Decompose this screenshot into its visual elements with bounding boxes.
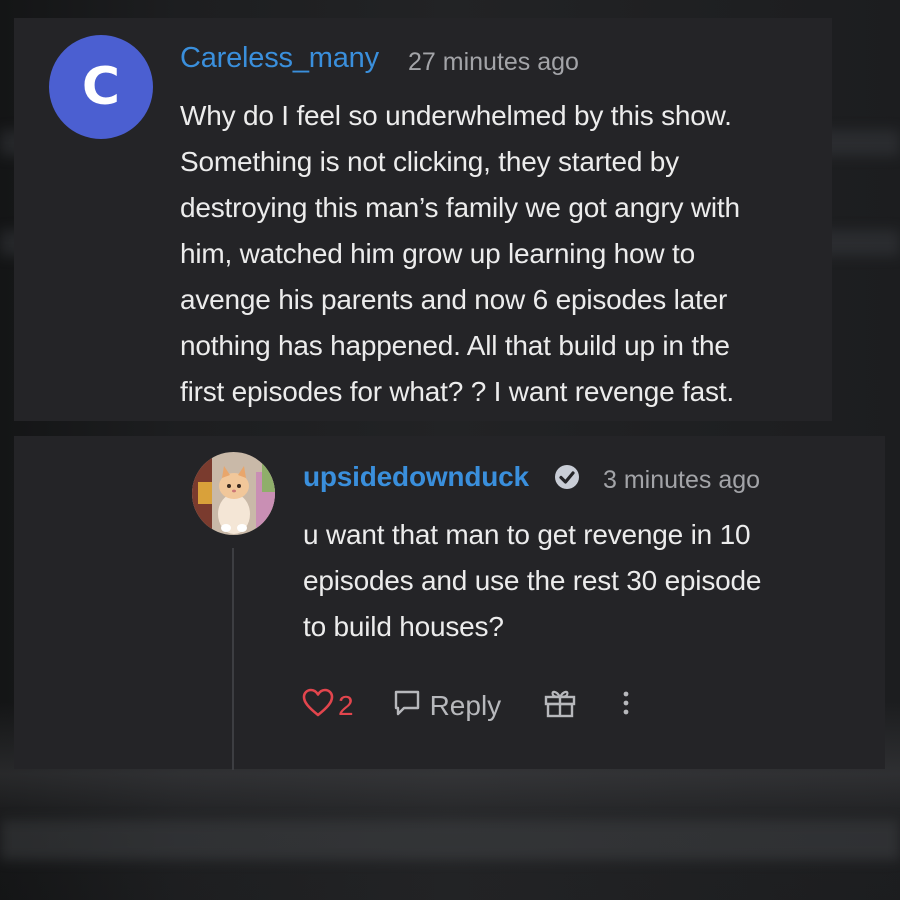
comment-body: Why do I feel so underwhelmed by this sh… — [180, 93, 740, 415]
reply-username[interactable]: upsidedownduck — [303, 461, 529, 493]
comment-line: him, watched him grow up learning how to — [180, 238, 695, 269]
comment-line: avenge his parents and now 6 episodes la… — [180, 284, 728, 315]
reply-timestamp: 3 minutes ago — [603, 466, 761, 494]
background-band — [0, 820, 900, 860]
comment-icon — [392, 688, 422, 725]
comment-line: Why do I feel so underwhelmed by this sh… — [180, 100, 732, 131]
more-options-button[interactable] — [621, 688, 631, 725]
heart-icon — [302, 688, 334, 725]
comment-line: nothing has happened. All that build up … — [180, 330, 730, 361]
comment-username[interactable]: Careless_many — [180, 42, 379, 75]
reply-line: to build houses? — [303, 611, 504, 642]
thread-line — [232, 548, 234, 770]
avatar[interactable]: C — [49, 35, 153, 139]
verified-check-icon — [553, 463, 581, 496]
action-bar: 2 Reply — [302, 684, 631, 728]
reply-line: u want that man to get revenge in 10 — [303, 519, 751, 550]
reply-button[interactable]: Reply — [392, 688, 502, 725]
like-button[interactable]: 2 — [302, 688, 354, 725]
reply-label: Reply — [429, 690, 502, 721]
reply-line: episodes and use the rest 30 episode — [303, 565, 762, 596]
comment-line: first episodes for what? ? I want reveng… — [180, 376, 735, 407]
reply-body: u want that man to get revenge in 10 epi… — [303, 512, 761, 650]
comment-line: destroying this man’s family we got angr… — [180, 192, 740, 223]
like-count: 2 — [338, 690, 354, 721]
kitten-avatar[interactable] — [192, 452, 275, 535]
comment-line: Something is not clicking, they started … — [180, 146, 679, 177]
gift-button[interactable] — [543, 687, 577, 726]
more-vertical-icon — [621, 688, 631, 725]
gift-icon — [543, 687, 577, 726]
comment-timestamp: 27 minutes ago — [408, 48, 579, 76]
